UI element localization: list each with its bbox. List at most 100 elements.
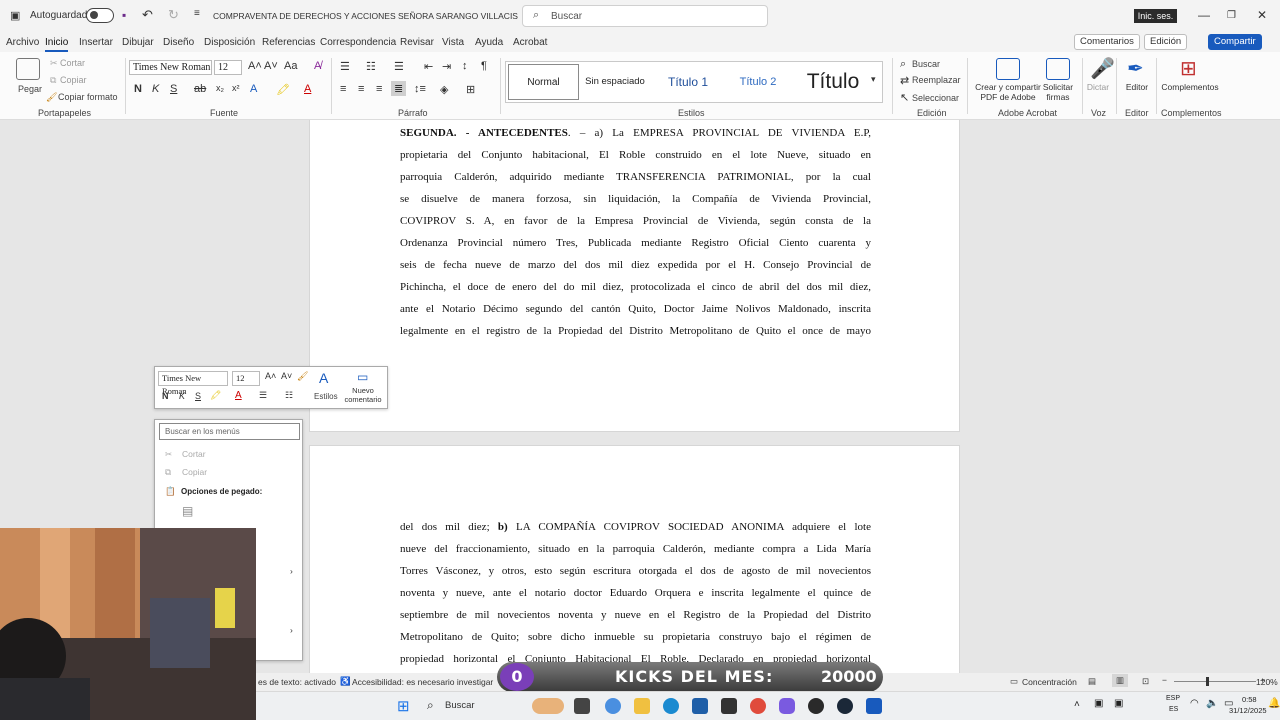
mini-bullets-icon[interactable]: ☰ bbox=[259, 390, 267, 401]
justify-icon[interactable]: ≣ bbox=[391, 81, 407, 96]
borders-icon[interactable]: ⊞ bbox=[466, 83, 475, 96]
mini-highlight-icon[interactable]: 🖍 bbox=[210, 390, 221, 401]
paste-icon[interactable] bbox=[16, 58, 40, 80]
paste-button[interactable]: Pegar bbox=[18, 84, 42, 94]
create-pdf-icon[interactable] bbox=[996, 58, 1020, 80]
wifi-icon[interactable]: ◠ bbox=[1190, 698, 1199, 709]
subscript-icon[interactable]: x₂ bbox=[216, 83, 224, 93]
style-title[interactable]: Título bbox=[798, 62, 868, 102]
find-button[interactable]: Buscar bbox=[912, 59, 940, 69]
shrink-font-icon[interactable]: A˅ bbox=[264, 60, 278, 72]
zoom-level[interactable]: 120% bbox=[1256, 677, 1278, 687]
new-comment-button[interactable]: Nuevo comentario bbox=[341, 386, 385, 404]
tab-referencias[interactable]: Referencias bbox=[262, 37, 315, 48]
font-size-box[interactable]: 12 bbox=[214, 60, 242, 75]
request-signatures-button[interactable]: Solicitar firmas bbox=[1038, 82, 1078, 102]
strikethrough-icon[interactable]: ab bbox=[194, 83, 206, 95]
widget-icon[interactable] bbox=[532, 698, 564, 714]
mini-styles-button[interactable]: Estilos bbox=[314, 392, 338, 401]
editing-mode-button[interactable]: Edición bbox=[1144, 34, 1188, 50]
tray-app-icon[interactable]: ▣ bbox=[1114, 698, 1123, 709]
grow-font-icon[interactable]: A˄ bbox=[248, 60, 262, 72]
minimize-icon[interactable]: — bbox=[1198, 8, 1210, 22]
align-left-icon[interactable]: ≡ bbox=[340, 83, 346, 95]
volume-icon[interactable]: 🔈 bbox=[1206, 698, 1218, 709]
store-icon[interactable] bbox=[692, 698, 708, 714]
close-icon[interactable]: ✕ bbox=[1257, 8, 1267, 22]
mini-numbering-icon[interactable]: ☷ bbox=[285, 390, 293, 401]
input-language-bottom[interactable]: ES bbox=[1169, 706, 1178, 713]
style-heading-1[interactable]: Título 1 bbox=[656, 62, 720, 102]
multilevel-list-icon[interactable]: ☰ bbox=[394, 60, 404, 73]
copy-button[interactable]: Copiar bbox=[60, 75, 87, 85]
tab-correspondencia[interactable]: Correspondencia bbox=[320, 37, 396, 48]
document-title[interactable]: COMPRAVENTA DE DERECHOS Y ACCIONES SEÑOR… bbox=[213, 11, 518, 21]
zoom-out-icon[interactable]: − bbox=[1162, 675, 1167, 685]
clear-format-icon[interactable]: A̸ bbox=[314, 60, 321, 72]
mini-format-painter-icon[interactable]: 🖌 bbox=[297, 371, 308, 382]
mini-shrink-font-icon[interactable]: A˅ bbox=[281, 371, 292, 381]
comments-button[interactable]: Comentarios bbox=[1074, 34, 1140, 50]
tab-archivo[interactable]: Archivo bbox=[6, 37, 39, 48]
mini-font-size-box[interactable]: 12 bbox=[232, 371, 260, 386]
zoom-slider-thumb[interactable] bbox=[1206, 677, 1209, 686]
zoom-slider[interactable] bbox=[1174, 681, 1256, 682]
status-text-predictions[interactable]: es de texto: activado bbox=[258, 677, 336, 687]
clock-time[interactable]: 0:58 bbox=[1242, 695, 1257, 704]
document-page-2[interactable]: del dos mil diez; b) LA COMPAÑÍA COVIPRO… bbox=[309, 445, 960, 673]
underline-icon[interactable]: S bbox=[170, 83, 177, 95]
text-effects-icon[interactable]: A bbox=[250, 83, 257, 95]
replace-button[interactable]: Reemplazar bbox=[912, 75, 961, 85]
font-name-box[interactable]: Times New Roman bbox=[129, 60, 212, 75]
submenu-chevron-icon[interactable]: › bbox=[290, 566, 293, 576]
word-taskbar-icon[interactable] bbox=[866, 698, 882, 714]
select-button[interactable]: Seleccionar bbox=[912, 93, 959, 103]
save-icon[interactable]: ▪ bbox=[122, 8, 126, 22]
redo-icon[interactable]: ↻ bbox=[168, 7, 179, 23]
addins-button[interactable]: Complementos bbox=[1160, 82, 1220, 92]
line-spacing-icon[interactable]: ↕≡ bbox=[414, 83, 426, 95]
app-icon[interactable] bbox=[721, 698, 737, 714]
read-mode-icon[interactable]: ▤ bbox=[1088, 676, 1096, 687]
tab-dibujar[interactable]: Dibujar bbox=[122, 37, 154, 48]
customize-qat-icon[interactable]: ≡ bbox=[194, 8, 200, 19]
status-accessibility[interactable]: Accesibilidad: es necesario investigar bbox=[352, 677, 493, 687]
sort-icon[interactable]: ↕ bbox=[462, 60, 468, 72]
show-marks-icon[interactable]: ¶ bbox=[481, 60, 487, 72]
obs-icon[interactable] bbox=[808, 698, 824, 714]
mini-bold-icon[interactable]: N bbox=[162, 391, 169, 401]
font-color-icon[interactable]: A bbox=[304, 83, 311, 95]
taskbar-search[interactable]: Buscar bbox=[445, 700, 475, 711]
tab-insertar[interactable]: Insertar bbox=[79, 37, 113, 48]
styles-more-icon[interactable]: ▾ bbox=[871, 74, 876, 85]
word-app-icon[interactable]: ▣ bbox=[10, 9, 20, 22]
tab-revisar[interactable]: Revisar bbox=[400, 37, 434, 48]
restore-icon[interactable]: ❐ bbox=[1227, 10, 1236, 21]
chrome-icon[interactable] bbox=[750, 698, 766, 714]
mini-font-color-icon[interactable]: A bbox=[235, 390, 242, 401]
cut-button[interactable]: Cortar bbox=[60, 58, 85, 68]
align-right-icon[interactable]: ≡ bbox=[376, 83, 382, 95]
menu-search-input[interactable]: Buscar en los menús bbox=[159, 423, 300, 440]
clock-date[interactable]: 31/12/2025 bbox=[1229, 706, 1267, 715]
superscript-icon[interactable]: x² bbox=[232, 83, 240, 93]
align-center-icon[interactable]: ≡ bbox=[358, 83, 364, 95]
editor-button[interactable]: Editor bbox=[1120, 82, 1154, 92]
file-explorer-icon[interactable] bbox=[634, 698, 650, 714]
page-2-text[interactable]: del dos mil diez; b) LA COMPAÑÍA COVIPRO… bbox=[400, 516, 871, 670]
autosave-toggle[interactable] bbox=[86, 8, 114, 23]
bold-icon[interactable]: N bbox=[134, 83, 142, 95]
format-painter-button[interactable]: Copiar formato bbox=[58, 92, 118, 102]
create-pdf-button[interactable]: Crear y compartir PDF de Adobe bbox=[972, 82, 1044, 102]
paste-keep-format-icon[interactable]: ▤ bbox=[182, 504, 193, 518]
steam-icon[interactable] bbox=[837, 698, 853, 714]
tab-diseno[interactable]: Diseño bbox=[163, 37, 194, 48]
focus-mode-button[interactable]: Concentración bbox=[1022, 677, 1077, 687]
tab-inicio[interactable]: Inicio bbox=[45, 37, 69, 52]
submenu-chevron-icon[interactable]: › bbox=[290, 625, 293, 635]
notification-icon[interactable]: 🔔 bbox=[1268, 698, 1280, 709]
tab-acrobat[interactable]: Acrobat bbox=[513, 37, 547, 48]
decrease-indent-icon[interactable]: ⇤ bbox=[424, 60, 433, 73]
tray-chevron-icon[interactable]: ˄ bbox=[1074, 699, 1080, 710]
dictate-button[interactable]: Dictar bbox=[1086, 82, 1110, 92]
